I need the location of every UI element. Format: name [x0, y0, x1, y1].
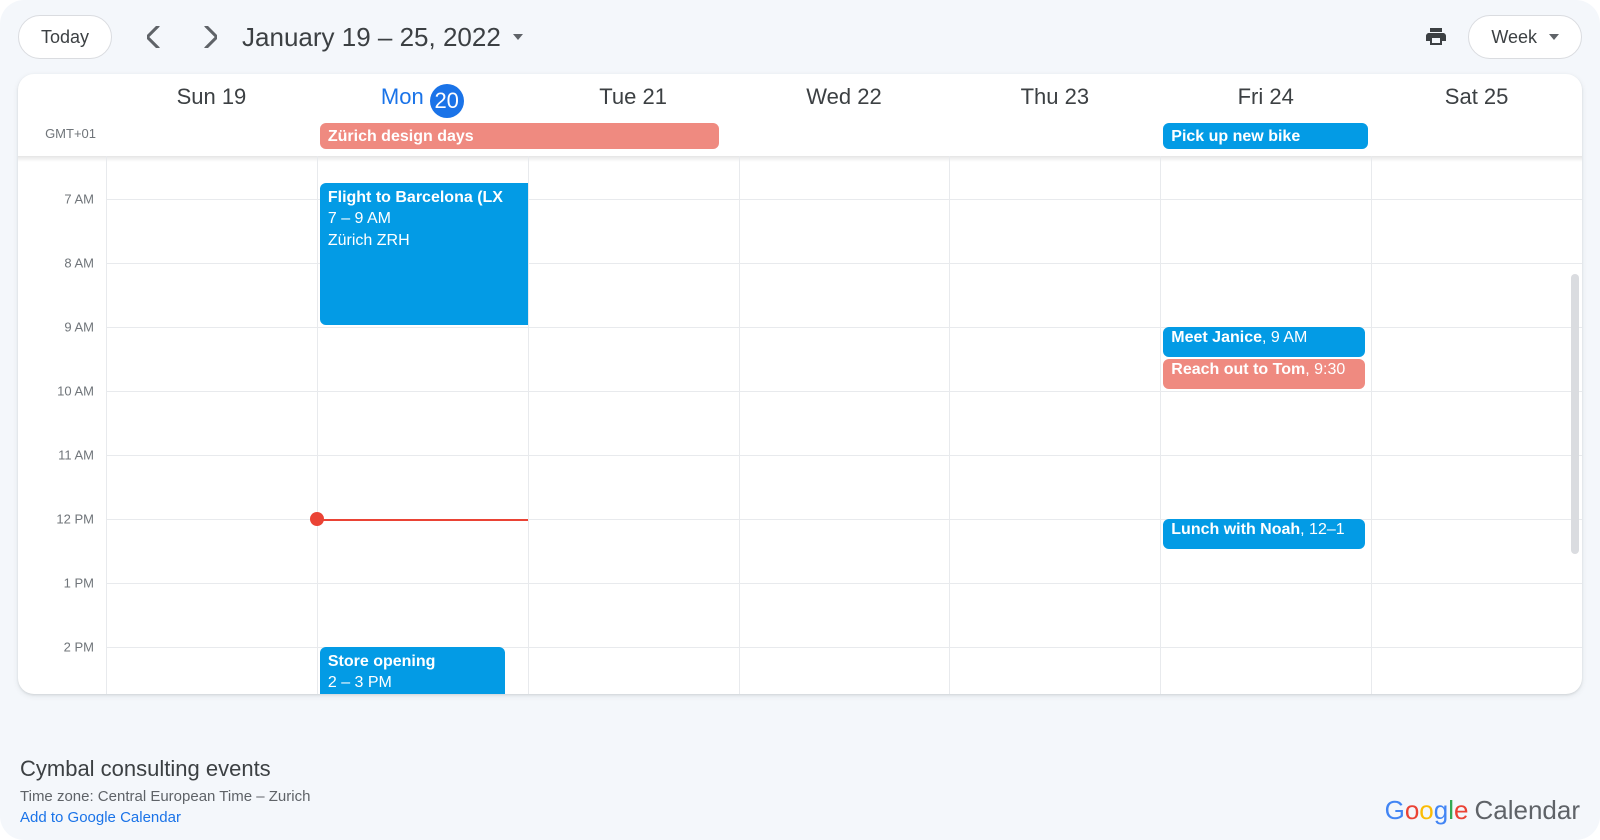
now-indicator-dot	[310, 512, 324, 526]
print-button[interactable]	[1422, 23, 1450, 51]
hour-label: 2 PM	[64, 639, 94, 654]
header: Today January 19 – 25, 2022 Week	[0, 0, 1600, 74]
calendar-event[interactable]: Reach out to Tom, 9:30	[1163, 359, 1365, 389]
hour-label: 1 PM	[64, 575, 94, 590]
timezone-description: Time zone: Central European Time – Zuric…	[20, 788, 310, 805]
calendar-surface: Sun 19Mon 20Tue 21Wed 22Thu 23Fri 24Sat …	[18, 74, 1582, 694]
allday-row: GMT+01 Zürich design days Pick up new bik…	[18, 120, 1582, 156]
hour-label: 7 AM	[64, 191, 94, 206]
view-selector[interactable]: Week	[1468, 15, 1582, 59]
hour-label: 11 AM	[58, 447, 94, 462]
day-header[interactable]: Wed 22	[739, 84, 950, 110]
calendar-event[interactable]: Flight to Barcelona (LX7 – 9 AMZürich ZR…	[320, 183, 528, 325]
day-header[interactable]: Sun 19	[106, 84, 317, 110]
calendar-title: Cymbal consulting events	[20, 756, 310, 782]
now-indicator	[317, 519, 528, 521]
nav-arrows	[140, 23, 224, 51]
chevron-down-icon	[1549, 34, 1559, 40]
date-range-label: January 19 – 25, 2022	[242, 22, 501, 53]
next-week-button[interactable]	[196, 23, 224, 51]
hour-label: 8 AM	[64, 255, 94, 270]
day-header[interactable]: Tue 21	[528, 84, 739, 110]
hour-label: 10 AM	[57, 383, 94, 398]
footer: Cymbal consulting events Time zone: Cent…	[20, 756, 1580, 826]
today-button[interactable]: Today	[18, 15, 112, 59]
timezone-label: GMT+01	[18, 120, 106, 156]
day-header[interactable]: Fri 24	[1160, 84, 1371, 110]
chevron-down-icon	[513, 34, 523, 40]
day-header-row: Sun 19Mon 20Tue 21Wed 22Thu 23Fri 24Sat …	[18, 74, 1582, 120]
hour-label: 12 PM	[56, 511, 94, 526]
prev-week-button[interactable]	[140, 23, 168, 51]
calendar-event[interactable]: Meet Janice, 9 AM	[1163, 327, 1365, 357]
allday-event[interactable]: Pick up new bike	[1163, 123, 1368, 149]
day-header[interactable]: Sat 25	[1371, 84, 1582, 110]
app-frame: Today January 19 – 25, 2022 Week Sun 19M…	[0, 0, 1600, 840]
hour-label: 9 AM	[64, 319, 94, 334]
add-to-calendar-link[interactable]: Add to Google Calendar	[20, 809, 310, 826]
calendar-event[interactable]: Lunch with Noah, 12–1	[1163, 519, 1365, 549]
date-range-picker[interactable]: January 19 – 25, 2022	[242, 22, 523, 53]
day-header[interactable]: Thu 23	[949, 84, 1160, 110]
scrollbar[interactable]	[1571, 274, 1579, 554]
day-header[interactable]: Mon 20	[317, 80, 528, 114]
view-label: Week	[1491, 27, 1537, 48]
time-grid[interactable]: 7 AM 8 AM 9 AM 10 AM 11 AM 12 PM 1 PM 2 PM Flig…	[18, 156, 1582, 694]
calendar-event[interactable]: Store opening2 – 3 PM	[320, 647, 505, 694]
allday-event[interactable]: Zürich design days	[320, 123, 719, 149]
brand-logo: Google Calendar	[1385, 795, 1580, 826]
